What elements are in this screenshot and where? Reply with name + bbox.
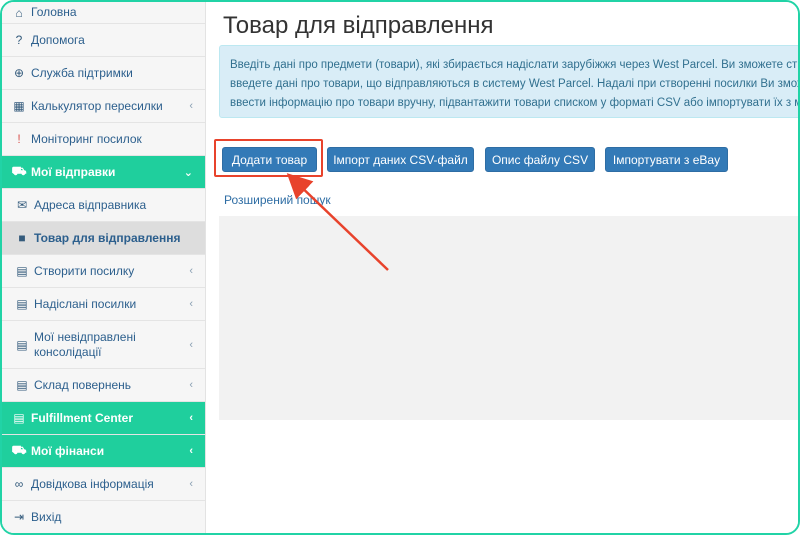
import-csv-button[interactable]: Імпорт даних CSV-файл: [327, 147, 474, 172]
list-icon: ▤: [16, 337, 28, 352]
chevron-left-icon: ‹: [189, 445, 193, 457]
sidebar-item[interactable]: ▦ Калькулятор пересилки ‹: [2, 90, 205, 123]
chevron-left-icon: ‹: [189, 298, 193, 310]
sidebar-item-label: Мої невідправлені консолідації: [34, 329, 136, 359]
sidebar-item[interactable]: ⇥ Вихід: [2, 501, 205, 533]
sidebar-item[interactable]: ▤ Надіслані посилки ‹: [2, 288, 205, 321]
chevron-left-icon: ‹: [189, 338, 193, 351]
cart-icon: ⛟: [11, 443, 27, 457]
link-icon: ∞: [14, 477, 24, 491]
sidebar-item[interactable]: ∞ Довідкова інформація ‹: [2, 468, 205, 501]
sidebar-item-label: Надіслані посилки: [34, 296, 137, 311]
csv-description-button[interactable]: Опис файлу CSV: [485, 147, 595, 172]
results-panel: [219, 216, 798, 420]
sidebar-item[interactable]: ⌂ Головна: [2, 2, 205, 24]
app-window: ⌂ Головна? Допомога ⊕ Служба підтримки ▦ Кальк…: [0, 0, 800, 535]
sidebar-item-label: Моніторинг посилок: [31, 131, 142, 146]
sidebar-item-label: Мої фінанси: [31, 443, 105, 458]
question-icon: ?: [15, 33, 23, 47]
chevron-left-icon: ‹: [189, 478, 193, 490]
exclamation-icon: !: [17, 132, 21, 146]
chevron-left-icon: ‹: [189, 265, 193, 277]
list-icon: ▤: [16, 297, 28, 311]
sidebar-item[interactable]: ⛟ Мої відправки ⌄: [2, 156, 205, 189]
sidebar-item[interactable]: ▤ Fulfillment Center ‹: [2, 402, 205, 435]
sidebar-item-label: Головна: [31, 5, 77, 19]
sidebar-item[interactable]: ! Моніторинг посилок: [2, 123, 205, 156]
sidebar-item[interactable]: ⛟ Мої фінанси ‹: [2, 435, 205, 468]
main-content: Товар для відправлення Введіть дані про …: [207, 2, 800, 533]
sidebar-item[interactable]: ▤ Мої невідправлені консолідації ‹: [2, 321, 205, 369]
logout-icon: ⇥: [13, 510, 25, 524]
sidebar-item-label: Калькулятор пересилки: [31, 98, 163, 113]
advanced-search-link[interactable]: Розширений пошук: [224, 193, 331, 207]
sidebar-item[interactable]: ■ Товар для відправлення: [2, 222, 205, 255]
alert-line: ввести інформацію про товари вручну, під…: [230, 97, 800, 109]
sidebar-item-label: Fulfillment Center: [31, 410, 134, 425]
add-item-button[interactable]: Додати товар: [222, 147, 317, 172]
alert-line: введете дані про товари, що відправляють…: [230, 78, 800, 90]
page-title: Товар для відправлення: [223, 12, 494, 39]
sidebar-item-label: Створити посилку: [34, 263, 135, 278]
box-icon: ■: [18, 231, 26, 245]
list-icon: ▤: [16, 264, 28, 278]
sidebar-item[interactable]: ? Допомога: [2, 24, 205, 57]
envelope-icon: ✉: [16, 198, 28, 212]
chevron-left-icon: ‹: [189, 100, 193, 112]
home-icon: ⌂: [15, 5, 23, 20]
sidebar-item[interactable]: ⊕ Служба підтримки: [2, 57, 205, 90]
chevron-left-icon: ‹: [189, 379, 193, 391]
sidebar: ⌂ Головна? Допомога ⊕ Служба підтримки ▦ Кальк…: [2, 2, 206, 533]
chevron-left-icon: ‹: [189, 412, 193, 424]
chevron-down-icon: ⌄: [183, 166, 193, 179]
sidebar-item[interactable]: ✉ Адреса відправника: [2, 189, 205, 222]
import-ebay-button[interactable]: Імпортувати з eBay: [605, 147, 728, 172]
sidebar-item-label: Мої відправки: [31, 164, 116, 179]
cart-icon: ⛟: [11, 164, 27, 178]
sidebar-item[interactable]: ▤ Склад повернень ‹: [2, 369, 205, 402]
lifebuoy-icon: ⊕: [13, 66, 25, 80]
alert-line: Введіть дані про предмети (товари), які …: [230, 59, 798, 71]
sidebar-item-label: Вихід: [31, 509, 62, 524]
sidebar-item-label: Адреса відправника: [34, 197, 147, 212]
info-alert: Введіть дані про предмети (товари), які …: [219, 45, 800, 118]
list-icon: ▤: [13, 411, 25, 425]
sidebar-item-label: Склад повернень: [34, 377, 132, 392]
calculator-icon: ▦: [13, 99, 25, 113]
sidebar-item-label: Служба підтримки: [31, 65, 133, 80]
sidebar-item[interactable]: ▤ Створити посилку ‹: [2, 255, 205, 288]
list-icon: ▤: [16, 378, 28, 392]
sidebar-item-label: Товар для відправлення: [34, 230, 181, 245]
sidebar-item-label: Допомога: [31, 32, 85, 47]
sidebar-item-label: Довідкова інформація: [31, 476, 154, 491]
